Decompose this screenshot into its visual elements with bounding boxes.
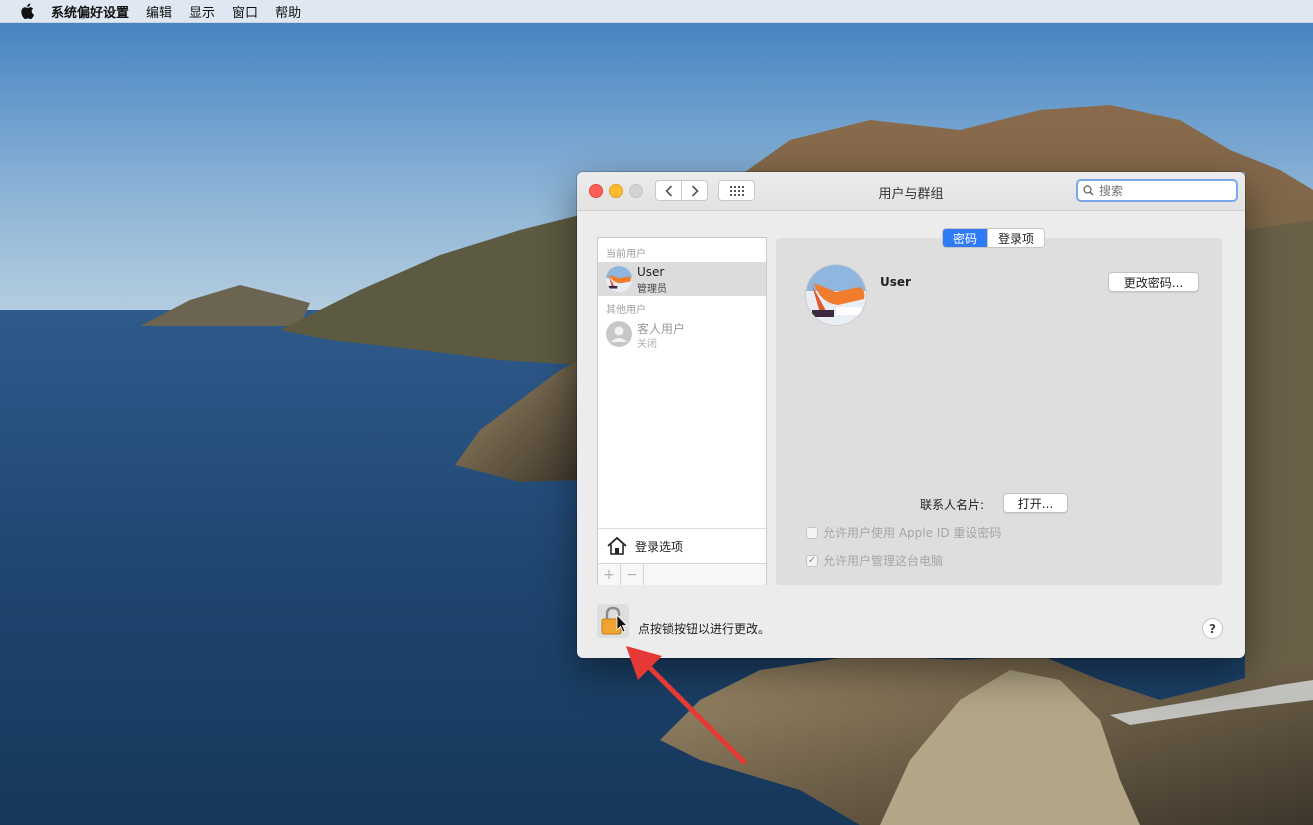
- help-button[interactable]: ?: [1202, 618, 1223, 639]
- tab-bar: 密码 登录项: [942, 228, 1046, 248]
- search-field[interactable]: [1076, 179, 1238, 202]
- user-name-label: User: [880, 275, 911, 289]
- user-avatar-small: [606, 266, 632, 292]
- sidebar-item-guest[interactable]: 客人用户 关闭: [598, 317, 766, 351]
- apple-id-reset-checkbox[interactable]: [806, 526, 818, 539]
- lock-button[interactable]: [597, 604, 629, 638]
- menu-bar: 系统偏好设置 编辑 显示 窗口 帮助: [0, 0, 1313, 23]
- remove-user-button[interactable]: −: [621, 564, 644, 585]
- tab-password[interactable]: 密码: [943, 229, 988, 247]
- admin-checkbox[interactable]: ✓: [806, 554, 818, 567]
- sidebar-item-login-options[interactable]: 登录选项: [598, 528, 766, 563]
- user-avatar[interactable]: [806, 265, 866, 325]
- apple-id-reset-option: 允许用户使用 Apple ID 重设密码: [806, 524, 1001, 541]
- apple-logo-icon[interactable]: [20, 3, 34, 19]
- menu-edit[interactable]: 编辑: [146, 2, 172, 21]
- guest-user-status: 关闭: [637, 339, 657, 350]
- add-remove-bar: + −: [598, 563, 766, 585]
- guest-avatar-icon: [606, 321, 632, 347]
- title-bar[interactable]: 用户与群组: [577, 172, 1245, 211]
- current-user-name: User: [637, 265, 665, 279]
- login-options-label: 登录选项: [635, 539, 684, 554]
- apple-id-reset-label: 允许用户使用 Apple ID 重设密码: [823, 526, 1002, 540]
- lock-icon: [601, 606, 628, 635]
- other-users-header: 其他用户: [606, 305, 646, 316]
- search-icon: [1083, 185, 1094, 196]
- house-icon: [607, 536, 627, 555]
- users-groups-window: 用户与群组 当前用户 User 管理员 其他用户: [577, 172, 1245, 658]
- menu-view[interactable]: 显示: [189, 2, 215, 21]
- admin-option: ✓ 允许用户管理这台电脑: [806, 552, 943, 569]
- current-users-header: 当前用户: [606, 249, 646, 260]
- change-password-button[interactable]: 更改密码...: [1108, 272, 1199, 292]
- search-input[interactable]: [1097, 182, 1231, 199]
- current-user-role: 管理员: [637, 284, 667, 295]
- menu-window[interactable]: 窗口: [232, 2, 258, 21]
- admin-label: 允许用户管理这台电脑: [823, 554, 944, 568]
- add-user-button[interactable]: +: [598, 564, 621, 585]
- lock-hint-text: 点按锁按钮以进行更改。: [638, 622, 771, 636]
- users-sidebar: 当前用户 User 管理员 其他用户 客人用户 关闭 登录选项 + −: [597, 237, 767, 585]
- menu-help[interactable]: 帮助: [275, 2, 301, 21]
- menu-app-name[interactable]: 系统偏好设置: [51, 2, 129, 21]
- tab-login-items[interactable]: 登录项: [987, 229, 1045, 247]
- open-contact-button[interactable]: 打开...: [1003, 493, 1068, 513]
- sidebar-item-user[interactable]: User 管理员: [598, 262, 766, 296]
- contact-card-label: 联系人名片:: [920, 498, 985, 512]
